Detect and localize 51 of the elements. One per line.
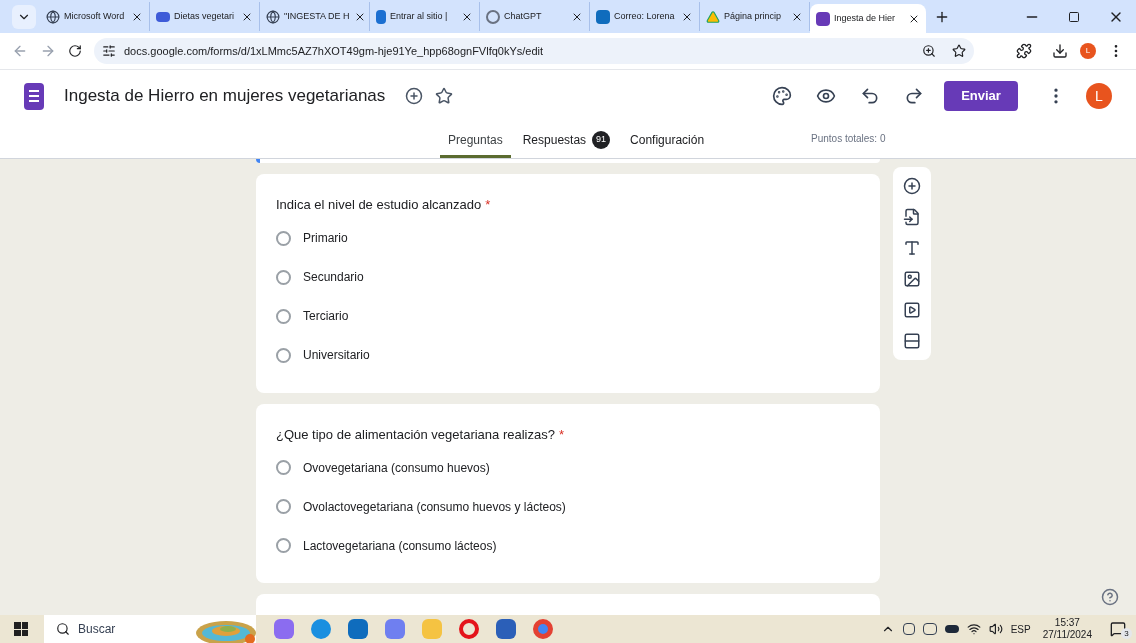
browser-tab[interactable]: Microsoft Word (40, 2, 150, 31)
form-tab[interactable]: Respuestas 91 (514, 125, 619, 158)
count-badge: 91 (592, 131, 611, 149)
radio-option[interactable]: Primario (276, 218, 860, 258)
tab-title: Dietas vegetari (174, 9, 236, 23)
radio-option[interactable]: Lactovegetariana (consumo lácteos) (276, 526, 860, 565)
language-indicator[interactable]: ESP (1010, 621, 1031, 637)
tab-title: "INGESTA DE H (284, 9, 350, 23)
form-title[interactable]: Ingesta de Hierro en mujeres vegetarianas (64, 83, 386, 109)
send-button[interactable]: Enviar (944, 81, 1018, 111)
option-label: Secundario (303, 269, 364, 286)
option-label: Primario (303, 230, 348, 247)
form-tab[interactable]: Configuración (622, 125, 713, 158)
clock-time[interactable]: 15:37 (1054, 617, 1080, 629)
clock-date[interactable]: 27/11/2024 (1042, 629, 1092, 641)
tab-title: Ingesta de Hier (834, 11, 897, 25)
required-mark: * (558, 426, 564, 442)
browser-tab[interactable]: Ingesta de Hier (810, 4, 926, 33)
radio-option[interactable]: Ovolactovegetariana (consumo huevos y lácteos) (276, 487, 860, 526)
option-label: Lactovegetariana (consumo lácteos) (303, 537, 497, 555)
tab-title: Entrar al sitio | (390, 9, 449, 23)
profile-avatar[interactable]: L (1080, 43, 1096, 59)
total-points: Puntos totales: 0 (811, 132, 886, 146)
tab-title: Página princip (724, 9, 783, 23)
browser-tab[interactable]: Entrar al sitio | (370, 2, 480, 31)
radio-option[interactable]: Terciario (276, 296, 860, 336)
tab-title: Microsoft Word (64, 9, 126, 23)
taskbar-search-field[interactable]: Buscar (44, 615, 256, 643)
option-label: Ovovegetariana (consumo huevos) (303, 459, 490, 477)
option-label: Universitario (303, 347, 370, 364)
question-title: ¿Que tipo de alimentación vegetariana realizas? * (276, 425, 565, 444)
browser-tab[interactable]: "INGESTA DE H (260, 2, 370, 31)
url-text: docs.google.com/forms/d/1xLMmc5AZ7hXOT49gm-hje91Ye_hpp68ognFVlfq0kYs/edit (124, 43, 544, 59)
browser-tab[interactable]: Correo: Lorena (590, 2, 700, 31)
tab-title: ChatGPT (504, 9, 543, 23)
radio-option[interactable]: Secundario (276, 257, 860, 297)
browser-tab[interactable]: Dietas vegetari (150, 2, 260, 31)
search-placeholder: Buscar (78, 621, 116, 638)
question-card[interactable]: ¿Que tipo de alimentación vegetariana realizas? * Ovovegetariana (consumo huevos) Ovolactovegetariana (consumo huevos y lácteos) Lactovegetariana (consumo lácteos) (256, 403, 880, 583)
notification-count: 3 (1121, 628, 1132, 639)
option-label: Terciario (303, 308, 349, 325)
browser-tab[interactable]: ChatGPT (480, 2, 590, 31)
account-avatar[interactable]: L (1086, 83, 1112, 109)
question-card[interactable]: Indica el nivel de estudio alcanzado * Primario Secundario Terciario Universitario (256, 174, 880, 393)
radio-option[interactable]: Universitario (276, 335, 860, 375)
radio-option[interactable]: Ovovegetariana (consumo huevos) (276, 448, 860, 487)
option-label: Ovolactovegetariana (consumo huevos y lácteos) (303, 498, 566, 516)
question-title: Indica el nivel de estudio alcanzado * (276, 196, 492, 214)
tab-title: Correo: Lorena (614, 9, 676, 23)
address-bar[interactable]: docs.google.com/forms/d/1xLMmc5AZ7hXOT49gm-hje91Ye_hpp68ognFVlfq0kYs/edit (94, 38, 974, 64)
required-mark: * (485, 197, 491, 212)
